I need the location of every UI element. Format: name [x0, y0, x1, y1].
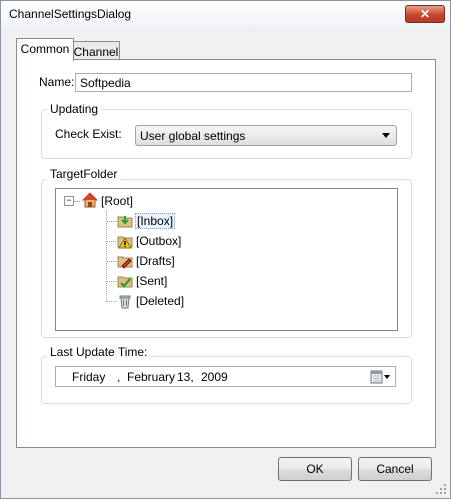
calendar-dropdown-icon[interactable] [370, 370, 392, 384]
check-exist-label: Check Exist: [55, 127, 122, 141]
tree-connector [106, 261, 116, 262]
date-weekday[interactable]: Friday [72, 370, 105, 384]
resize-grip-icon[interactable] [435, 483, 447, 495]
name-field[interactable]: Softpedia [75, 73, 412, 92]
ok-button[interactable]: OK [278, 457, 352, 481]
check-exist-dropdown[interactable]: User global settings [135, 125, 397, 146]
trash-can-icon [119, 295, 131, 309]
tree-node-deleted[interactable]: [Deleted] [136, 293, 184, 309]
updating-caption: Updating [47, 102, 102, 116]
tree-connector [106, 221, 116, 222]
date-separator: , [117, 370, 121, 384]
home-icon [82, 192, 98, 208]
last-update-date-picker[interactable]: Friday , February 13, 2009 [55, 366, 396, 387]
tree-node-sent[interactable]: [Sent] [136, 273, 167, 289]
name-label: Name: [39, 75, 75, 89]
cancel-button[interactable]: Cancel [358, 457, 432, 481]
date-month[interactable]: February [127, 370, 175, 384]
last-update-caption: Last Update Time: [47, 345, 151, 359]
check-exist-value: User global settings [140, 129, 246, 143]
drafts-folder-icon [117, 256, 133, 269]
dialog-window: ChannelSettingsDialog ✕ Common Channel N… [0, 0, 451, 499]
close-button[interactable]: ✕ [405, 5, 445, 23]
date-day[interactable]: 13, [177, 370, 194, 384]
window-title: ChannelSettingsDialog [9, 7, 132, 21]
inbox-folder-icon [117, 216, 133, 228]
tab-common[interactable]: Common [16, 38, 74, 61]
target-folder-caption: TargetFolder [47, 167, 121, 181]
collapse-icon[interactable]: − [64, 196, 74, 206]
tree-node-inbox[interactable]: [Inbox] [135, 213, 176, 229]
date-year[interactable]: 2009 [201, 370, 228, 384]
tree-connector [106, 241, 116, 242]
sent-folder-icon [117, 276, 133, 288]
tab-panel-common: Name: Softpedia Updating Check Exist: Us… [16, 59, 436, 448]
tree-connector [106, 281, 116, 282]
tree-node-root[interactable]: [Root] [101, 193, 133, 209]
tree-connector [106, 301, 116, 302]
title-bar[interactable]: ChannelSettingsDialog ✕ [1, 1, 450, 28]
tree-node-drafts[interactable]: [Drafts] [136, 253, 175, 269]
dropdown-arrow-icon [382, 133, 390, 138]
tree-connector [74, 201, 80, 202]
outbox-folder-icon [117, 236, 133, 249]
tree-connector [106, 211, 107, 302]
folder-tree[interactable]: − [Root] [Inbox] [Outbox] [Drafts] [Sent… [55, 188, 398, 331]
tree-node-outbox[interactable]: [Outbox] [136, 233, 181, 249]
